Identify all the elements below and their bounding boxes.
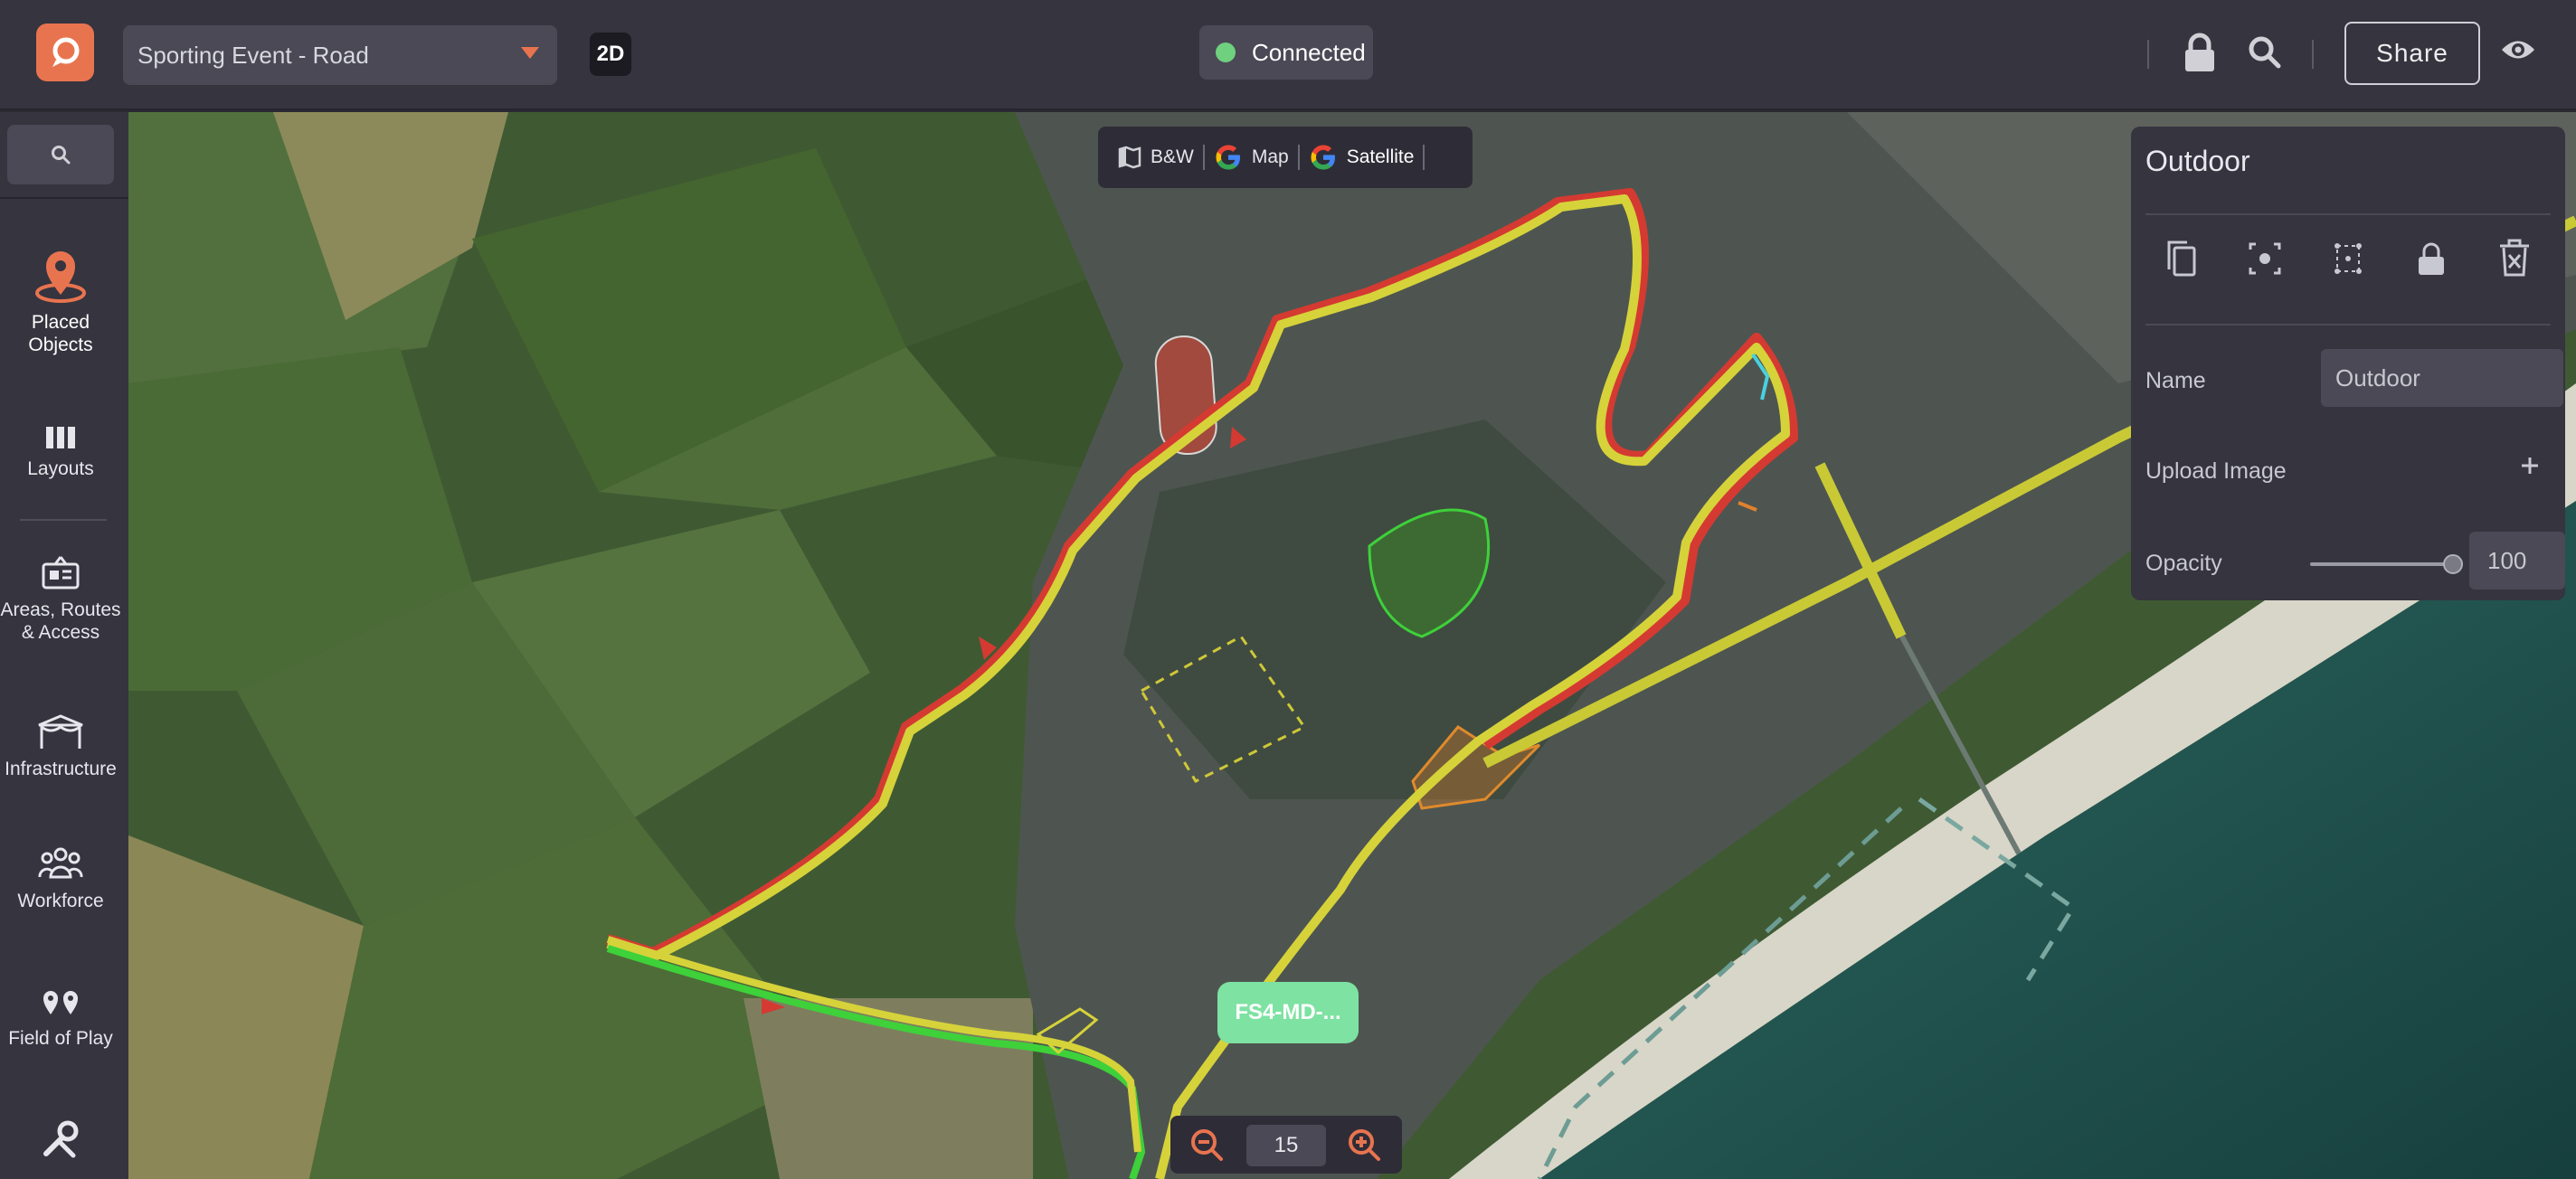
layer-satellite-button[interactable]: Satellite [1300, 127, 1424, 188]
divider [2312, 40, 2314, 69]
zoom-in-icon[interactable] [1346, 1127, 1382, 1167]
zoom-level[interactable]: 15 [1246, 1125, 1326, 1166]
map-marker-label[interactable]: FS4-MD-... [1217, 982, 1359, 1043]
layer-bw-label: B&W [1151, 146, 1194, 167]
properties-panel: Outdoor Name Outdoor Upload Image Opacit… [2131, 127, 2565, 600]
divider [1423, 145, 1425, 170]
copy-icon[interactable] [2164, 239, 2200, 283]
connection-status: Connected [1199, 25, 1373, 80]
view-mode-toggle[interactable]: 2D [590, 33, 631, 76]
focus-icon[interactable] [2247, 239, 2283, 283]
eye-icon[interactable] [2500, 36, 2536, 68]
google-icon [1311, 145, 1335, 170]
columns-icon [46, 427, 75, 448]
lock-icon[interactable] [2182, 33, 2218, 77]
divider [2147, 40, 2149, 69]
sidebar-item-tools[interactable] [0, 1119, 121, 1166]
search-icon[interactable] [2247, 34, 2283, 75]
name-row: Name Outdoor [2145, 349, 2563, 412]
divider [0, 197, 128, 199]
route-sign-icon [42, 556, 80, 590]
sidebar-item-field-of-play[interactable]: Field of Play [0, 987, 121, 1050]
plus-icon[interactable] [2520, 456, 2540, 482]
divider [20, 519, 107, 521]
sidebar-item-label: Placed Objects [28, 312, 93, 355]
lock-icon[interactable] [2413, 239, 2449, 283]
opacity-slider[interactable] [2310, 562, 2453, 566]
sidebar-item-label: Infrastructure [5, 759, 117, 779]
tools-icon [43, 1120, 79, 1158]
sidebar-search-button[interactable] [7, 125, 114, 184]
sidebar-item-areas-routes-access[interactable]: Areas, Routes & Access [0, 555, 121, 644]
layer-map-label: Map [1251, 146, 1289, 167]
status-dot-icon [1216, 42, 1236, 62]
upload-image-row: Upload Image [2145, 439, 2551, 503]
panel-toolbar [2145, 239, 2551, 283]
sidebar-item-layouts[interactable]: Layouts [0, 425, 121, 480]
zoom-control: 15 [1170, 1116, 1402, 1174]
two-pins-icon [43, 991, 78, 1014]
top-bar: Sporting Event - Road 2D Connected Share [0, 0, 2576, 110]
project-name: Sporting Event - Road [137, 41, 369, 69]
delete-icon[interactable] [2496, 239, 2533, 283]
sidebar-item-infrastructure[interactable]: Infrastructure [0, 714, 121, 780]
name-label: Name [2145, 367, 2206, 393]
upload-image-label: Upload Image [2145, 457, 2287, 484]
sidebar-item-label: Areas, Routes & Access [0, 599, 121, 643]
points-icon[interactable] [2330, 239, 2366, 283]
zoom-out-icon[interactable] [1189, 1127, 1225, 1167]
people-icon [38, 847, 83, 879]
layer-satellite-label: Satellite [1346, 146, 1415, 167]
google-icon [1216, 145, 1240, 170]
left-sidebar: Placed Objects Layouts Areas, Routes & A… [0, 112, 128, 1179]
sidebar-item-workforce[interactable]: Workforce [0, 846, 121, 912]
sidebar-item-label: Layouts [27, 458, 94, 479]
opacity-field[interactable]: 100 [2469, 532, 2565, 590]
logo-icon [52, 37, 80, 67]
chevron-down-icon [521, 47, 539, 59]
opacity-slider-thumb[interactable] [2443, 554, 2463, 574]
opacity-label: Opacity [2145, 550, 2222, 576]
sidebar-item-placed-objects[interactable]: Placed Objects [0, 246, 121, 356]
divider [2145, 213, 2551, 215]
sidebar-item-label: Workforce [17, 891, 104, 911]
layer-bw-button[interactable]: B&W [1109, 127, 1203, 188]
connection-status-label: Connected [1252, 38, 1366, 66]
layer-map-button[interactable]: Map [1205, 127, 1298, 188]
panel-title: Outdoor [2145, 145, 2250, 177]
map-pin-icon [35, 251, 86, 303]
bw-map-icon [1118, 146, 1141, 169]
app-logo[interactable] [36, 24, 94, 81]
project-select[interactable]: Sporting Event - Road [123, 25, 557, 85]
sidebar-item-label: Field of Play [8, 1028, 113, 1049]
opacity-row: Opacity 100 [2145, 532, 2565, 595]
share-button[interactable]: Share [2344, 22, 2480, 85]
divider [2145, 324, 2551, 325]
search-icon [52, 146, 71, 165]
map-layer-toggle: B&W Map Satellite [1098, 127, 1473, 188]
name-field[interactable]: Outdoor [2321, 349, 2563, 407]
tent-icon [38, 714, 83, 749]
